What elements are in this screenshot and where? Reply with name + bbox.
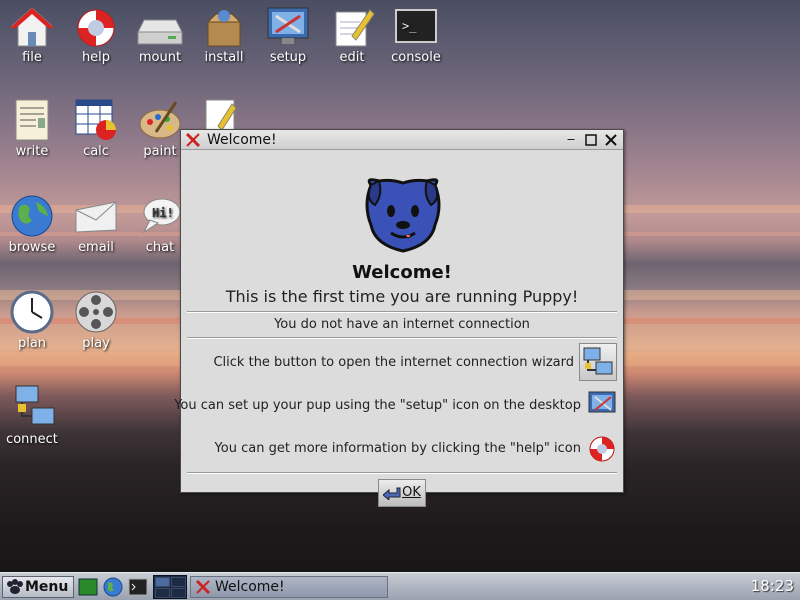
- desktop-icon-email[interactable]: email: [64, 192, 128, 255]
- workspace-4[interactable]: [171, 588, 186, 598]
- desktop-icon-plan[interactable]: plan: [0, 288, 64, 351]
- desktop-icon-label: email: [78, 240, 114, 255]
- desktop-icon-connect[interactable]: connect: [0, 384, 64, 447]
- drive-icon: [137, 19, 183, 45]
- x-logo-icon: [185, 133, 201, 147]
- desktop-icon-label: mount: [138, 50, 182, 65]
- desktop-icon: [78, 578, 98, 596]
- desktop-icon-install[interactable]: install: [192, 6, 256, 65]
- clock[interactable]: 18:23: [751, 577, 794, 595]
- envelope-icon: [75, 201, 117, 233]
- svg-text:Hi!: Hi!: [152, 206, 174, 220]
- desktop-icon-label: write: [15, 144, 49, 159]
- terminal-icon: [128, 578, 148, 596]
- workspace-pager[interactable]: [153, 575, 187, 599]
- house-icon: [10, 7, 54, 47]
- desktop-icon-help[interactable]: help: [64, 6, 128, 65]
- workspace-3[interactable]: [155, 588, 170, 598]
- welcome-window: Welcome! ‒ Welcome! This is the first ti…: [174, 129, 624, 507]
- desktop-icon-label: browse: [8, 240, 56, 255]
- terminal-launcher-button[interactable]: [128, 577, 148, 597]
- desktop-icon-write[interactable]: write: [0, 98, 64, 159]
- row-text: You can set up your pup using the "setup…: [174, 398, 581, 413]
- svg-text:>_: >_: [402, 19, 417, 33]
- taskbar: Menu Welcome! 18:23: [0, 572, 800, 600]
- clock-icon: [10, 290, 54, 334]
- welcome-subheading: This is the first time you are running P…: [225, 287, 579, 306]
- desktop-icon-setup[interactable]: setup: [256, 6, 320, 65]
- window-titlebar[interactable]: Welcome! ‒: [181, 130, 623, 150]
- desktop-icon-label: help: [81, 50, 111, 65]
- desktop-icon-play[interactable]: play: [64, 288, 128, 351]
- speech-bubble-icon: Hi!: [142, 198, 181, 234]
- terminal-icon: >_: [395, 9, 437, 43]
- document-icon: [15, 99, 49, 141]
- help-lifebuoy-icon: [589, 436, 615, 462]
- desktop-icon-label: play: [82, 336, 110, 351]
- connection-wizard-button[interactable]: [579, 343, 617, 381]
- task-title: Welcome!: [215, 579, 285, 595]
- desktop-icon-console[interactable]: >_ console: [384, 6, 448, 65]
- notepad-pencil-icon: [205, 99, 236, 132]
- desktop-icon-edit[interactable]: edit: [320, 6, 384, 65]
- ok-button-label: OK: [402, 485, 421, 500]
- desktop-icon-label: install: [204, 50, 244, 65]
- monitor-tools-icon: [267, 7, 309, 44]
- film-reel-icon: [75, 291, 117, 333]
- window-body: Welcome! This is the first time you are …: [174, 150, 623, 507]
- notepad-pencil-icon: [335, 9, 375, 47]
- desktop-icon-label: file: [22, 50, 42, 65]
- enter-arrow-icon: [382, 487, 401, 501]
- globe-icon: [103, 577, 123, 597]
- row-text: You can get more information by clicking…: [214, 441, 581, 456]
- paw-icon: [7, 579, 23, 594]
- palette-icon: [139, 101, 181, 139]
- browser-launcher-button[interactable]: [103, 577, 123, 597]
- window-title: Welcome!: [207, 132, 277, 148]
- divider: [187, 311, 617, 313]
- desktop-icon-browse[interactable]: browse: [0, 192, 64, 255]
- divider: [187, 337, 617, 339]
- puppy-logo-icon: [365, 178, 441, 253]
- minimize-icon[interactable]: ‒: [563, 132, 579, 148]
- workspace-2[interactable]: [171, 577, 186, 587]
- desktop-icon-label: edit: [339, 50, 365, 65]
- spreadsheet-chart-icon: [75, 99, 116, 140]
- globe-icon: [11, 195, 53, 237]
- desktop-icon-label: calc: [83, 144, 109, 159]
- desktop-icon-mount[interactable]: mount: [128, 6, 192, 65]
- ok-button[interactable]: OK: [378, 479, 426, 507]
- desktop-icon-label: console: [391, 50, 441, 65]
- package-icon: [206, 10, 242, 47]
- desktop-icon-label: connect: [6, 432, 58, 447]
- desktop-icon-label: plan: [17, 336, 47, 351]
- maximize-icon[interactable]: [583, 132, 599, 148]
- x-logo-icon: [195, 579, 211, 595]
- welcome-heading: Welcome!: [352, 262, 452, 283]
- connection-status: You do not have an internet connection: [274, 317, 530, 332]
- menu-label: Menu: [25, 579, 69, 595]
- desktop-icon-file[interactable]: file: [0, 6, 64, 65]
- desktop-icon-label: setup: [269, 50, 307, 65]
- network-connect-icon: [583, 347, 613, 375]
- taskbar-task-welcome[interactable]: Welcome!: [190, 576, 388, 598]
- row-text: Click the button to open the internet co…: [213, 355, 574, 370]
- network-icon: [15, 385, 55, 425]
- setup-icon: [588, 391, 616, 413]
- close-icon[interactable]: [603, 132, 619, 148]
- start-menu-button[interactable]: Menu: [2, 576, 74, 598]
- lifebuoy-icon: [77, 9, 115, 47]
- workspace-1[interactable]: [155, 577, 170, 587]
- divider: [187, 472, 617, 474]
- desktop-icon-calc[interactable]: calc: [64, 98, 128, 159]
- show-desktop-button[interactable]: [78, 577, 98, 597]
